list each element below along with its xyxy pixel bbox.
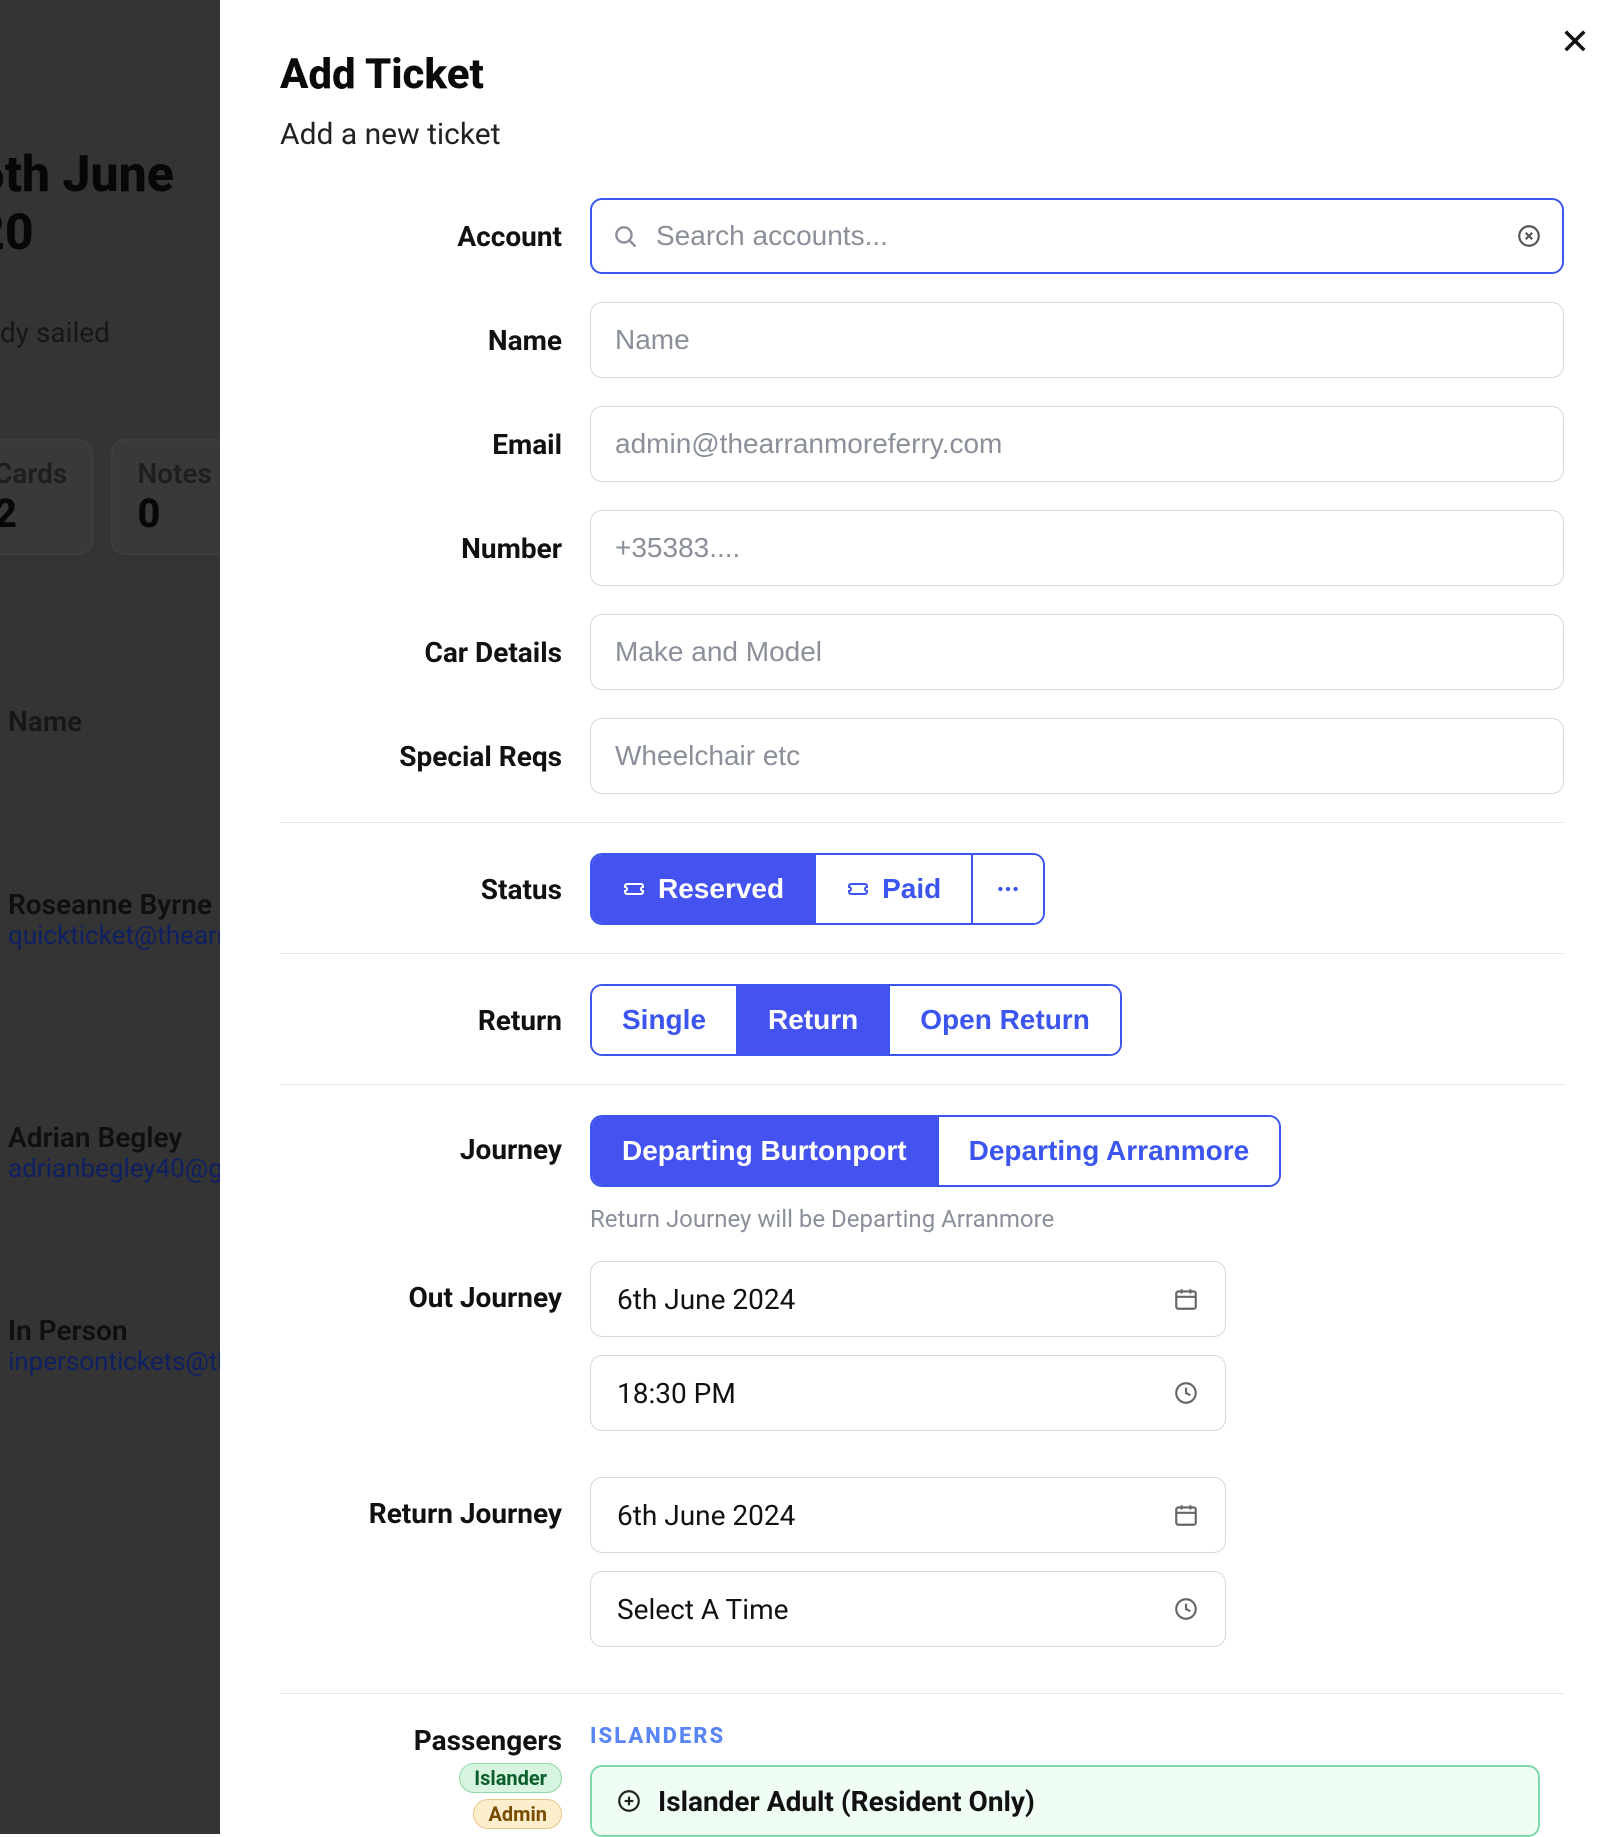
calendar-icon [1173,1286,1199,1312]
email-input[interactable] [590,406,1564,482]
journey-burtonport-button[interactable]: Departing Burtonport [592,1117,939,1185]
journey-hint: Return Journey will be Departing Arranmo… [590,1205,1564,1233]
label-journey: Journey [280,1115,590,1166]
label-name: Name [280,324,590,357]
background-overlay: 6th June 20 dy sailed Cards 2 Notes 0 Na… [0,0,220,1834]
close-button[interactable]: ✕ [1560,24,1590,60]
number-input[interactable] [590,510,1564,586]
label-special-reqs: Special Reqs [280,740,590,773]
label-passengers: Passengers [280,1724,562,1757]
bg-date: 6th June 20 [0,146,196,262]
bg-name-header: Name [8,705,220,738]
clear-icon[interactable] [1516,223,1542,249]
journey-segmented: Departing Burtonport Departing Arranmore [590,1115,1281,1187]
islander-badge: Islander [459,1763,562,1793]
ticket-icon [846,877,870,901]
status-paid-label: Paid [882,873,941,905]
return-journey-date-picker[interactable]: 6th June 2024 [590,1477,1226,1553]
clock-icon [1173,1380,1199,1406]
return-journey-date-value: 6th June 2024 [617,1499,795,1532]
passenger-add-item[interactable]: Islander Adult (Resident Only) [590,1765,1540,1837]
bg-card-notes: Notes 0 [111,439,220,555]
status-reserved-button[interactable]: Reserved [592,855,816,923]
return-single-button[interactable]: Single [592,986,738,1054]
bg-row: In Person inpersontickets@th [8,1314,220,1377]
clock-icon [1173,1596,1199,1622]
bg-row: Roseanne Byrne quickticket@thearr [8,888,220,951]
return-return-label: Return [768,1004,858,1036]
bg-row: Adrian Begley adrianbegley40@g [8,1121,220,1184]
name-input[interactable] [590,302,1564,378]
status-more-button[interactable] [973,855,1043,923]
return-single-label: Single [622,1004,706,1036]
plus-circle-icon [616,1788,642,1814]
out-journey-time-value: 18:30 PM [617,1377,736,1410]
journey-arranmore-button[interactable]: Departing Arranmore [939,1117,1280,1185]
journey-burtonport-label: Departing Burtonport [622,1135,907,1167]
section-divider [280,822,1564,823]
label-email: Email [280,428,590,461]
special-reqs-input[interactable] [590,718,1564,794]
islanders-header: ISLANDERS [590,1724,1564,1749]
section-divider [280,1693,1564,1694]
label-number: Number [280,532,590,565]
return-journey-time-picker[interactable]: Select A Time [590,1571,1226,1647]
out-journey-time-picker[interactable]: 18:30 PM [590,1355,1226,1431]
journey-arranmore-label: Departing Arranmore [969,1135,1250,1167]
section-divider [280,953,1564,954]
ticket-icon [622,877,646,901]
label-out-journey: Out Journey [280,1261,590,1314]
return-return-button[interactable]: Return [738,986,890,1054]
status-segmented: Reserved Paid [590,853,1045,925]
car-details-input[interactable] [590,614,1564,690]
label-account: Account [280,220,590,253]
modal-subtitle: Add a new ticket [280,117,1564,152]
status-reserved-label: Reserved [658,873,784,905]
return-segmented: Single Return Open Return [590,984,1122,1056]
return-open-button[interactable]: Open Return [890,986,1120,1054]
return-open-label: Open Return [920,1004,1090,1036]
return-journey-time-value: Select A Time [617,1593,788,1626]
passenger-item-label: Islander Adult (Resident Only) [658,1785,1035,1818]
label-return: Return [280,1004,590,1037]
status-paid-button[interactable]: Paid [816,855,973,923]
account-search-input[interactable] [590,198,1564,274]
section-divider [280,1084,1564,1085]
modal-title: Add Ticket [280,50,1564,99]
label-status: Status [280,873,590,906]
more-horizontal-icon [995,876,1021,902]
add-ticket-modal: ✕ Add Ticket Add a new ticket Account Na… [220,0,1614,1834]
search-icon [612,223,638,249]
calendar-icon [1173,1502,1199,1528]
admin-badge: Admin [473,1799,562,1829]
out-journey-date-value: 6th June 2024 [617,1283,795,1316]
bg-sailed: dy sailed [0,316,220,349]
bg-card-cards: Cards 2 [0,439,93,555]
label-return-journey: Return Journey [280,1477,590,1530]
label-car-details: Car Details [280,636,590,669]
out-journey-date-picker[interactable]: 6th June 2024 [590,1261,1226,1337]
